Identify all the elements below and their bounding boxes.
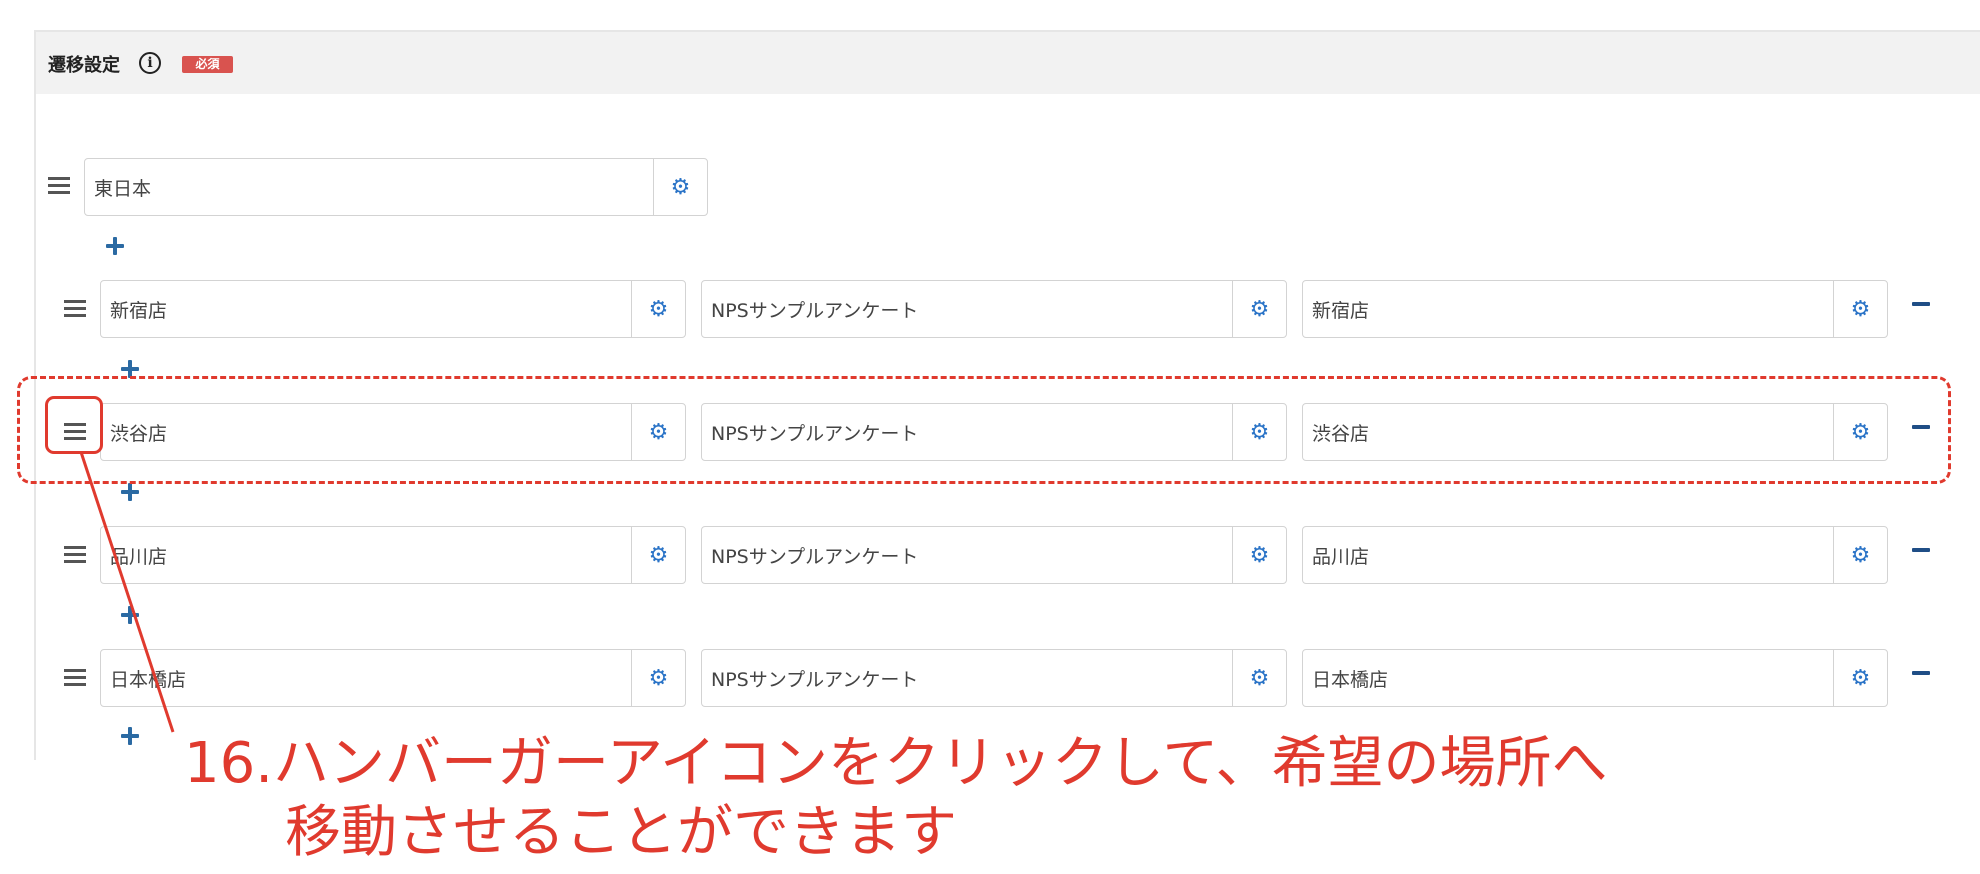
row-input[interactable] bbox=[1303, 404, 1833, 460]
row-input[interactable] bbox=[702, 650, 1232, 706]
row-input[interactable] bbox=[101, 650, 631, 706]
row-field-1: ⚙ bbox=[100, 280, 686, 338]
row-field-3: ⚙ bbox=[1302, 280, 1888, 338]
row-field-1: ⚙ bbox=[100, 526, 686, 584]
gear-icon[interactable]: ⚙ bbox=[1833, 527, 1887, 583]
gear-icon[interactable]: ⚙ bbox=[631, 404, 685, 460]
panel-header bbox=[36, 32, 1980, 94]
add-row-button[interactable] bbox=[121, 483, 139, 501]
gear-icon[interactable]: ⚙ bbox=[1833, 650, 1887, 706]
row-field-1: ⚙ bbox=[100, 403, 686, 461]
row-field-1: ⚙ bbox=[100, 649, 686, 707]
gear-icon[interactable]: ⚙ bbox=[631, 281, 685, 337]
parent-input[interactable] bbox=[85, 159, 653, 215]
panel-title: 遷移設定 bbox=[48, 55, 120, 76]
remove-row-button[interactable] bbox=[1912, 548, 1930, 552]
row-field-2: ⚙ bbox=[701, 649, 1287, 707]
row-field-2: ⚙ bbox=[701, 403, 1287, 461]
row-input[interactable] bbox=[101, 527, 631, 583]
remove-row-button[interactable] bbox=[1912, 425, 1930, 429]
gear-icon[interactable]: ⚙ bbox=[1833, 281, 1887, 337]
remove-row-button[interactable] bbox=[1912, 671, 1930, 675]
drag-handle-icon[interactable] bbox=[64, 300, 86, 317]
gear-icon[interactable]: ⚙ bbox=[631, 650, 685, 706]
add-row-button[interactable] bbox=[121, 727, 139, 745]
drag-handle-icon[interactable] bbox=[48, 177, 70, 194]
gear-icon[interactable]: ⚙ bbox=[1833, 404, 1887, 460]
parent-field: ⚙ bbox=[84, 158, 708, 216]
gear-icon[interactable]: ⚙ bbox=[1232, 650, 1286, 706]
gear-icon[interactable]: ⚙ bbox=[631, 527, 685, 583]
remove-row-button[interactable] bbox=[1912, 302, 1930, 306]
row-field-2: ⚙ bbox=[701, 526, 1287, 584]
add-row-button[interactable] bbox=[121, 360, 139, 378]
row-input[interactable] bbox=[1303, 527, 1833, 583]
gear-icon[interactable]: ⚙ bbox=[1232, 404, 1286, 460]
add-row-button[interactable] bbox=[106, 237, 124, 255]
gear-icon[interactable]: ⚙ bbox=[653, 159, 707, 215]
annotation-text-line2: 移動させることができます bbox=[285, 800, 957, 865]
drag-handle-icon[interactable] bbox=[64, 546, 86, 563]
row-input[interactable] bbox=[1303, 281, 1833, 337]
required-badge: 必須 bbox=[182, 56, 233, 73]
drag-handle-icon[interactable] bbox=[64, 669, 86, 686]
row-input[interactable] bbox=[702, 404, 1232, 460]
row-input[interactable] bbox=[101, 281, 631, 337]
row-field-2: ⚙ bbox=[701, 280, 1287, 338]
row-field-3: ⚙ bbox=[1302, 526, 1888, 584]
row-input[interactable] bbox=[1303, 650, 1833, 706]
row-input[interactable] bbox=[101, 404, 631, 460]
row-field-3: ⚙ bbox=[1302, 403, 1888, 461]
row-input[interactable] bbox=[702, 281, 1232, 337]
gear-icon[interactable]: ⚙ bbox=[1232, 281, 1286, 337]
add-row-button[interactable] bbox=[121, 606, 139, 624]
drag-handle-icon[interactable] bbox=[64, 423, 86, 440]
gear-icon[interactable]: ⚙ bbox=[1232, 527, 1286, 583]
row-field-3: ⚙ bbox=[1302, 649, 1888, 707]
row-input[interactable] bbox=[702, 527, 1232, 583]
info-icon[interactable]: i bbox=[139, 52, 161, 74]
